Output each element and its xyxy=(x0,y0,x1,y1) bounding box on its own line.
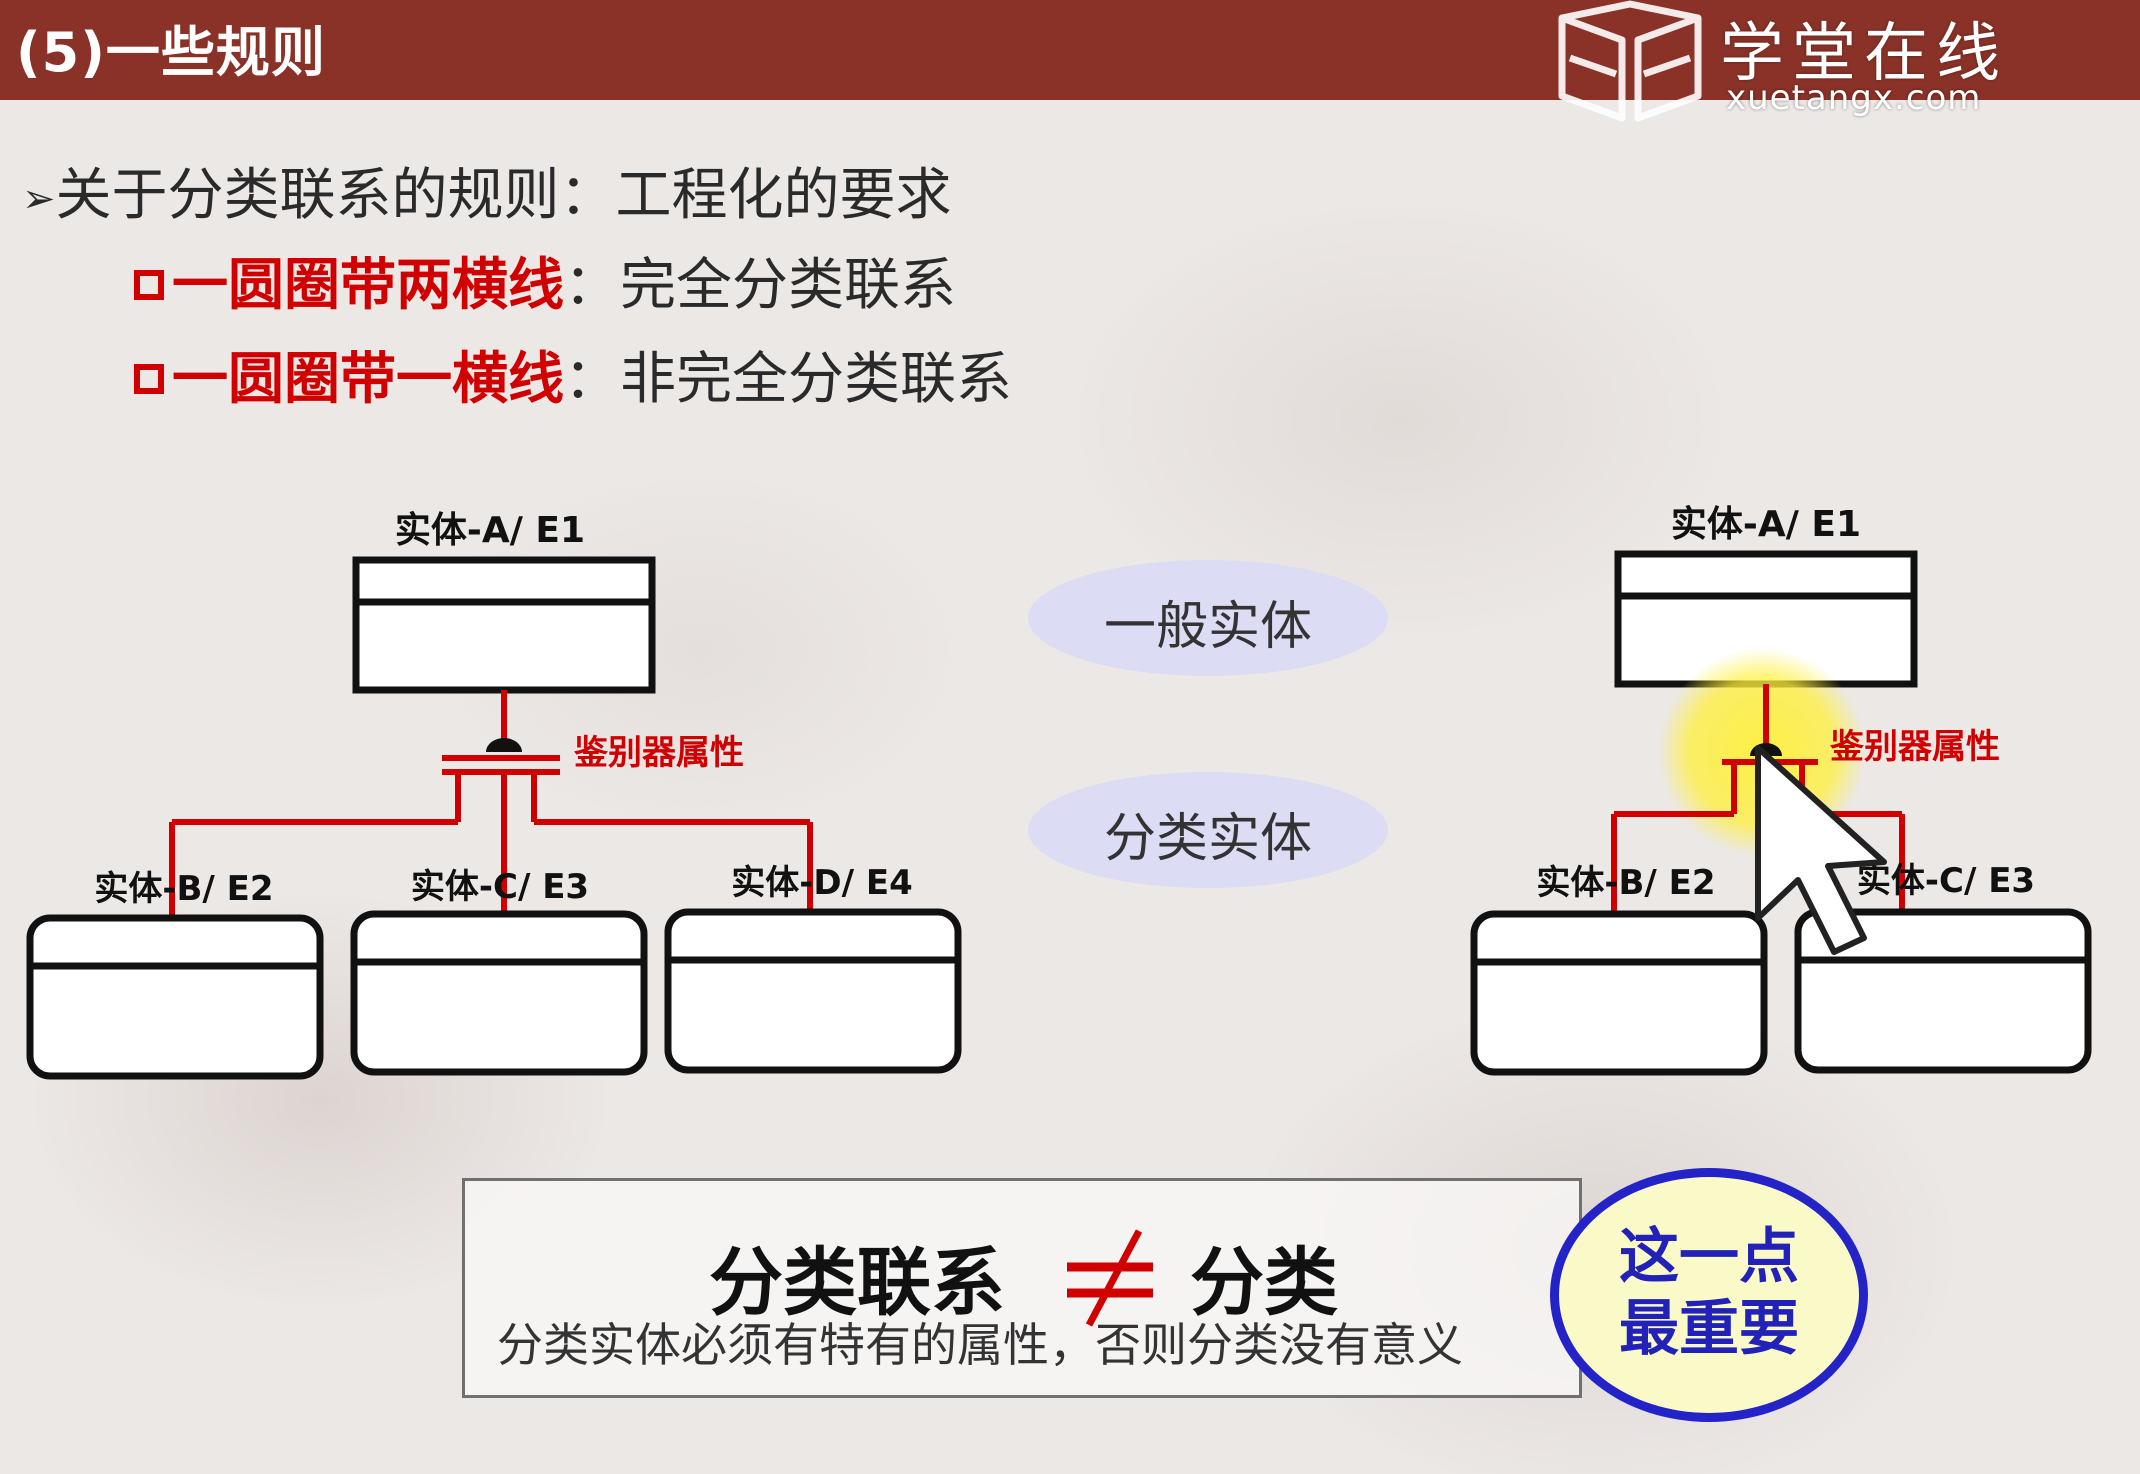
legend-general-label: 一般实体 xyxy=(1103,597,1312,657)
left-discriminator-circle-icon xyxy=(486,738,522,752)
badge-line-1: 这一点 xyxy=(1619,1222,1799,1292)
left-parent-entity xyxy=(352,556,656,694)
left-child-entity xyxy=(664,908,962,1074)
left-discriminator-label: 鉴别器属性 xyxy=(573,733,744,773)
importance-badge: 这一点 最重要 xyxy=(1550,1168,1868,1422)
left-child-label: 实体-B/ E2 xyxy=(94,869,273,909)
left-child-entity xyxy=(350,910,648,1076)
left-child-label: 实体-D/ E4 xyxy=(731,863,912,903)
left-child-label: 实体-C/ E3 xyxy=(411,867,589,907)
right-parent-label: 实体-A/ E1 xyxy=(1671,504,1861,545)
diagram-right: 实体-A/ E1 鉴别器属性 实体-B/ E2 实体-C/ E3 xyxy=(1470,504,2092,1076)
badge-line-2: 最重要 xyxy=(1619,1294,1799,1364)
left-parent-label: 实体-A/ E1 xyxy=(395,510,585,551)
right-child-label: 实体-B/ E2 xyxy=(1536,863,1715,903)
note-explanation: 分类实体必须有特有的属性，否则分类没有意义 xyxy=(497,1318,1463,1372)
right-child-label: 实体-C/ E3 xyxy=(1857,861,2035,901)
legend-category-label: 分类实体 xyxy=(1103,809,1312,869)
right-discriminator-label: 鉴别器属性 xyxy=(1829,727,2000,767)
left-child-entity xyxy=(26,914,324,1080)
key-point-box: 分类联系 分类 分类实体必须有特有的属性，否则分类没有意义 xyxy=(462,1178,1582,1398)
right-child-entity xyxy=(1470,910,1768,1076)
diagram-left: 实体-A/ E1 鉴别器属性 实体-B/ E2 实体-C/ E3 实体-D/ E… xyxy=(26,510,962,1080)
